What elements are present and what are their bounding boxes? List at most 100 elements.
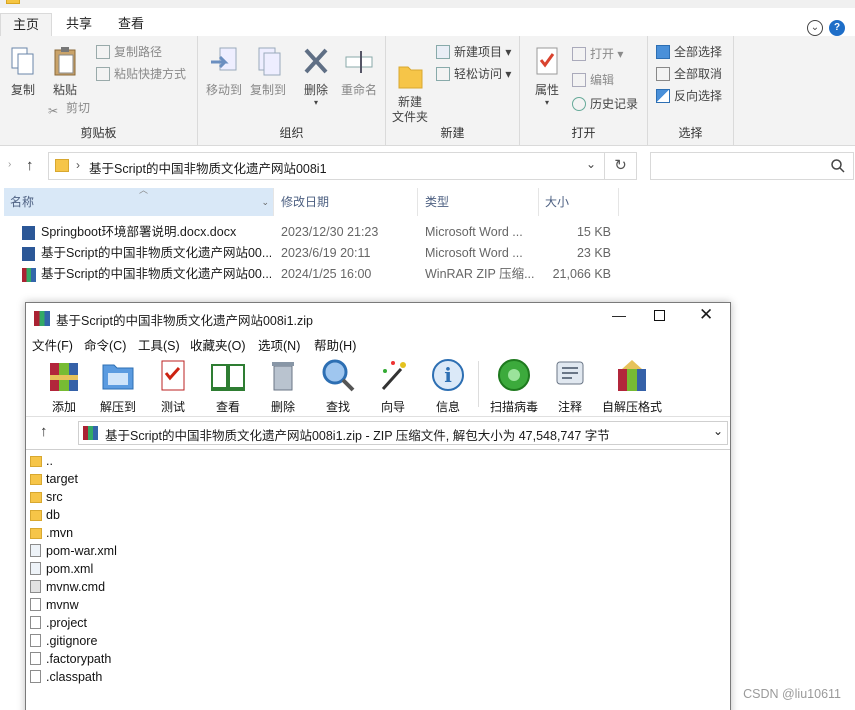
file-row[interactable]: 基于Script的中国非物质文化遗产网站00... 2024/1/25 16:0… [0,264,620,285]
minimize-icon[interactable]: — [612,307,626,323]
paste-shortcut-icon [96,67,110,81]
column-header-name[interactable]: 名称 ︿ ⌄ [4,185,274,216]
file-type: Microsoft Word ... [425,225,523,239]
add-button[interactable]: 添加 [38,357,90,415]
search-input[interactable] [650,152,854,180]
chevron-down-icon[interactable]: ⌄ [807,20,823,36]
menu-file[interactable]: 文件(F) [32,335,73,354]
wizard-label: 向导 [380,400,405,414]
menu-commands[interactable]: 命令(C) [84,335,126,354]
archive-path-field[interactable]: 基于Script的中国非物质文化遗产网站008i1.zip - ZIP 压缩文件… [78,421,728,445]
copy-to-button[interactable]: 复制到 [246,46,290,98]
easy-access-button[interactable]: 轻松访问 ▾ [436,64,511,84]
list-item[interactable]: pom.xml [30,560,93,578]
invert-selection-button[interactable]: 反向选择 [656,86,722,106]
file-row[interactable]: 基于Script的中国非物质文化遗产网站00... 2023/6/19 20:1… [0,243,620,264]
sfx-button[interactable]: 自解压格式 [599,357,665,415]
extract-to-button[interactable]: 解压到 [92,357,144,415]
virus-scan-icon [498,359,530,391]
wizard-button[interactable]: 向导 [367,357,419,415]
list-item[interactable]: mvnw [30,596,79,614]
chevron-down-icon: ⌄ [261,197,269,207]
chevron-down-icon[interactable]: ⌄ [586,157,596,171]
select-all-button[interactable]: 全部选择 [656,42,722,62]
comment-label: 注释 [557,400,582,414]
up-arrow-icon[interactable]: ↑ [26,157,34,174]
delete-archive-label: 删除 [270,400,295,414]
list-item[interactable]: db [30,506,60,524]
column-header-date[interactable]: 修改日期 [275,188,418,216]
rename-button[interactable]: 重命名 [336,46,382,98]
column-header-type[interactable]: 类型 [419,188,539,216]
close-icon[interactable]: ✕ [699,305,713,325]
edit-icon [572,73,586,87]
menu-favorites[interactable]: 收藏夹(O) [190,335,246,354]
copy-icon [11,47,34,75]
select-none-button[interactable]: 全部取消 [656,64,722,84]
entry-name: pom-war.xml [46,544,117,558]
file-date: 2023/12/30 21:23 [281,225,379,239]
move-to-button[interactable]: 移动到 [202,46,246,98]
copy-path-button[interactable]: 复制路径 [96,42,162,62]
list-item[interactable]: .classpath [30,668,102,686]
virus-scan-button[interactable]: 扫描病毒 [486,357,542,415]
properties-button[interactable]: 属性 ▾ [528,46,566,107]
menu-options[interactable]: 选项(N) [258,335,300,354]
tab-view[interactable]: 查看 [106,13,156,36]
archive-file-list: .. target src db .mvn pom-war.xml pom.xm… [26,449,730,710]
edit-button[interactable]: 编辑 [572,70,614,90]
trash-icon [272,362,294,391]
file-type: WinRAR ZIP 压缩... [425,267,535,281]
up-arrow-icon[interactable]: ↑ [40,423,48,440]
refresh-button[interactable]: ↻ [604,152,637,180]
list-item[interactable]: .mvn [30,524,73,542]
menu-tools[interactable]: 工具(S) [138,335,180,354]
maximize-icon[interactable] [654,310,665,321]
chevron-down-icon[interactable]: ⌄ [713,424,723,438]
title-bar [0,0,855,8]
view-button[interactable]: 查看 [202,357,254,415]
extract-to-label: 解压到 [99,400,136,414]
paste-shortcut-button[interactable]: 粘贴快捷方式 [96,64,186,84]
list-item[interactable]: mvnw.cmd [30,578,105,596]
group-select: 全部选择 全部取消 反向选择 选择 [648,36,734,146]
cut-button[interactable]: ✂ 剪切 [48,98,90,118]
delete-label: 删除 [303,83,328,97]
list-item[interactable]: .gitignore [30,632,97,650]
paste-button[interactable]: 粘贴 [48,46,82,98]
address-bar[interactable]: › 基于Script的中国非物质文化遗产网站008i1 ⌄ [48,152,605,180]
copy-to-label: 复制到 [249,83,286,97]
file-icon [30,616,41,629]
virus-scan-label: 扫描病毒 [489,400,538,414]
help-icon[interactable]: ? [829,20,845,36]
info-label: 信息 [435,400,460,414]
list-item[interactable]: .. [30,452,53,470]
list-item[interactable]: target [30,470,78,488]
delete-archive-button[interactable]: 删除 [257,357,309,415]
open-button[interactable]: 打开 ▾ [572,44,623,64]
xml-file-icon [30,562,41,575]
test-button[interactable]: 测试 [147,357,199,415]
delete-button[interactable]: 删除 ▾ [296,46,336,107]
chevron-right-icon[interactable]: › [8,159,11,170]
new-item-button[interactable]: 新建项目 ▾ [436,42,511,62]
column-header-size[interactable]: 大小 [539,188,619,216]
list-item[interactable]: .project [30,614,87,632]
tab-share[interactable]: 共享 [54,13,104,36]
file-date: 2023/6/19 20:11 [281,246,371,260]
word-icon [22,226,35,240]
find-button[interactable]: 查找 [312,357,364,415]
file-row[interactable]: Springboot环境部署说明.docx.docx 2023/12/30 21… [0,222,620,243]
info-button[interactable]: i 信息 [422,357,474,415]
list-item[interactable]: src [30,488,63,506]
select-none-label: 全部取消 [674,67,723,81]
tab-home[interactable]: 主页 [0,13,53,36]
copy-path-icon [96,45,110,59]
entry-name: .project [46,616,87,630]
comment-button[interactable]: 注释 [544,357,596,415]
history-button[interactable]: 历史记录 [572,94,638,114]
list-item[interactable]: .factorypath [30,650,111,668]
menu-help[interactable]: 帮助(H) [314,335,356,354]
copy-button[interactable]: 复制 [6,46,40,98]
list-item[interactable]: pom-war.xml [30,542,117,560]
